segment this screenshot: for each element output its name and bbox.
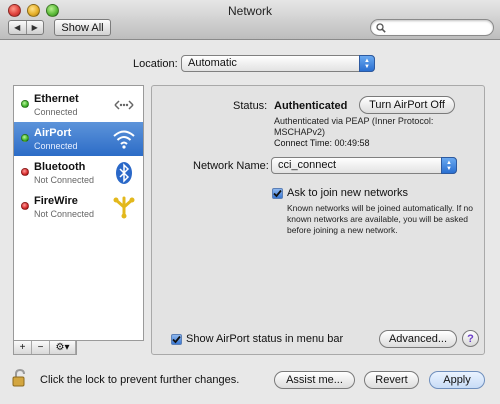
forward-button[interactable]: ▶ (25, 21, 44, 34)
service-list-controls: + − ⚙▾ (13, 341, 77, 355)
service-item-bluetooth[interactable]: Bluetooth Not Connected (14, 156, 143, 190)
checkmark-icon (172, 335, 181, 344)
service-status: Connected (34, 141, 78, 151)
network-name-popup[interactable]: cci_connect ▲ ▼ (271, 157, 457, 174)
service-status: Not Connected (34, 175, 95, 185)
service-status: Connected (34, 107, 78, 117)
connect-time: Connect Time: 00:49:58 (274, 138, 370, 148)
lock-message: Click the lock to prevent further change… (40, 374, 240, 386)
remove-service-button[interactable]: − (32, 341, 50, 354)
turn-airport-off-button[interactable]: Turn AirPort Off (359, 96, 455, 114)
advanced-button[interactable]: Advanced... (379, 330, 457, 348)
status-dot-icon (21, 202, 29, 210)
popup-arrows-icon: ▲ ▼ (359, 55, 375, 72)
status-label: Status: (233, 100, 268, 112)
help-button[interactable]: ? (462, 330, 479, 347)
service-item-airport[interactable]: AirPort Connected (14, 122, 143, 156)
nav-buttons: ◀ ▶ (8, 20, 44, 35)
service-item-ethernet[interactable]: Ethernet Connected (14, 88, 143, 122)
ask-to-join-label: Ask to join new networks (287, 187, 409, 199)
status-dot-icon (21, 100, 29, 108)
search-icon (376, 23, 386, 33)
service-status: Not Connected (34, 209, 95, 219)
search-input[interactable] (370, 19, 494, 36)
checkmark-icon (273, 189, 282, 198)
location-label: Location: (133, 58, 178, 70)
lock-icon[interactable] (12, 369, 28, 387)
popup-arrows-icon: ▲ ▼ (441, 157, 457, 174)
show-status-menubar-label: Show AirPort status in menu bar (186, 333, 344, 345)
firewire-icon (113, 196, 135, 219)
window-title: Network (227, 4, 272, 18)
ethernet-icon (114, 100, 134, 110)
ask-to-join-description: Known networks will be joined automatica… (287, 203, 473, 235)
status-dot-icon (21, 168, 29, 176)
bluetooth-icon (116, 162, 132, 184)
forward-arrow-icon: ▶ (31, 23, 38, 32)
service-list: Ethernet Connected AirPort Connected Blu… (13, 85, 144, 341)
service-item-firewire[interactable]: FireWire Not Connected (14, 190, 143, 224)
apply-button[interactable]: Apply (429, 371, 485, 389)
status-value: Authenticated (274, 100, 348, 112)
gear-menu-button[interactable]: ⚙▾ (50, 341, 76, 354)
location-value: Automatic (188, 57, 237, 69)
status-description: Authenticated via PEAP (Inner Protocol: … (274, 116, 434, 137)
assist-me-button[interactable]: Assist me... (274, 371, 355, 389)
network-name-value: cci_connect (278, 159, 337, 171)
service-name: Ethernet (34, 93, 79, 105)
service-name: Bluetooth (34, 161, 86, 173)
service-name: AirPort (34, 127, 72, 139)
ask-to-join-checkbox[interactable] (272, 188, 283, 199)
show-status-menubar-checkbox[interactable] (171, 334, 182, 345)
back-arrow-icon: ◀ (14, 23, 21, 32)
title-bar: Network ◀ ▶ Show All (0, 0, 500, 40)
service-name: FireWire (34, 195, 78, 207)
revert-button[interactable]: Revert (364, 371, 419, 389)
location-popup[interactable]: Automatic ▲ ▼ (181, 55, 375, 72)
status-dot-icon (21, 134, 29, 142)
network-name-label: Network Name: (193, 160, 269, 172)
back-button[interactable]: ◀ (9, 21, 26, 34)
add-service-button[interactable]: + (14, 341, 32, 354)
wifi-icon (113, 130, 135, 149)
show-all-button[interactable]: Show All (54, 19, 111, 36)
